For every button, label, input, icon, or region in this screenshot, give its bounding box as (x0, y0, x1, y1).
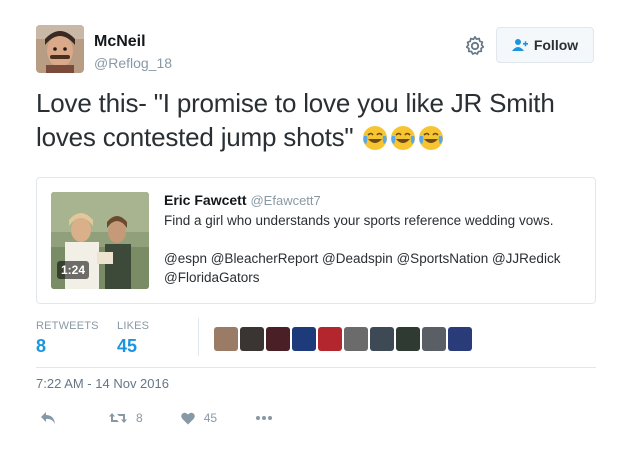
tweet-timestamp[interactable]: 7:22 AM - 14 Nov 2016 (36, 376, 169, 391)
more-icon (255, 415, 273, 421)
divider (36, 367, 596, 368)
liker-avatar[interactable] (370, 327, 394, 351)
liker-avatar[interactable] (240, 327, 264, 351)
likes-stat[interactable]: LIKES 45 (117, 320, 149, 357)
add-user-icon (511, 38, 528, 52)
liker-avatar[interactable] (448, 327, 472, 351)
liker-avatar[interactable] (344, 327, 368, 351)
likes-count: 45 (117, 336, 138, 356)
retweet-button[interactable]: 8 (108, 411, 143, 425)
liker-avatars (214, 327, 474, 351)
heart-icon (180, 412, 195, 425)
retweet-count: 8 (136, 411, 143, 425)
video-duration: 1:24 (57, 261, 90, 279)
retweets-count: 8 (36, 336, 47, 356)
liker-avatar[interactable] (214, 327, 238, 351)
retweets-label: RETWEETS (36, 320, 99, 332)
avatar[interactable] (36, 25, 84, 73)
reply-icon (40, 411, 56, 425)
tweet-body: Love this- "I promise to love you like J… (36, 88, 555, 152)
quoted-author[interactable]: Eric Fawcett @Efawcett7 (164, 192, 321, 208)
quoted-text-line: Find a girl who understands your sports … (164, 213, 554, 228)
quoted-mentions-line[interactable]: @FloridaGators (164, 270, 259, 285)
liker-avatar[interactable] (292, 327, 316, 351)
liker-avatar[interactable] (396, 327, 420, 351)
face-with-tears-of-joy-icon (390, 125, 416, 151)
gear-icon[interactable] (464, 35, 486, 57)
follow-label: Follow (533, 37, 579, 53)
liker-avatar[interactable] (422, 327, 446, 351)
video-thumbnail[interactable]: 1:24 (51, 192, 149, 289)
tweet-actions: 8 45 (36, 408, 273, 428)
quoted-name: Eric Fawcett (164, 192, 247, 208)
more-button[interactable] (255, 415, 273, 421)
retweet-icon (108, 411, 128, 425)
retweets-stat[interactable]: RETWEETS 8 (36, 320, 117, 357)
like-button[interactable]: 45 (180, 411, 218, 425)
follow-button[interactable]: Follow (496, 27, 594, 63)
quoted-handle: @Efawcett7 (250, 193, 321, 208)
tweet-text: Love this- "I promise to love you like J… (36, 86, 596, 154)
like-count: 45 (203, 411, 218, 425)
stats-divider (198, 318, 199, 356)
liker-avatar[interactable] (318, 327, 342, 351)
likes-label: LIKES (117, 320, 150, 332)
reply-button[interactable] (40, 411, 56, 425)
tweet-stats: RETWEETS 8 LIKES 45 (36, 320, 149, 357)
liker-avatar[interactable] (266, 327, 290, 351)
face-with-tears-of-joy-icon (362, 125, 388, 151)
face-with-tears-of-joy-icon (418, 125, 444, 151)
quoted-tweet-card[interactable]: 1:24 Eric Fawcett @Efawcett7 Find a girl … (36, 177, 596, 304)
quoted-mentions-line[interactable]: @espn @BleacherReport @Deadspin @SportsN… (164, 251, 560, 266)
author-handle[interactable]: @Reflog_18 (94, 55, 172, 71)
author-name[interactable]: McNeil (94, 33, 146, 51)
